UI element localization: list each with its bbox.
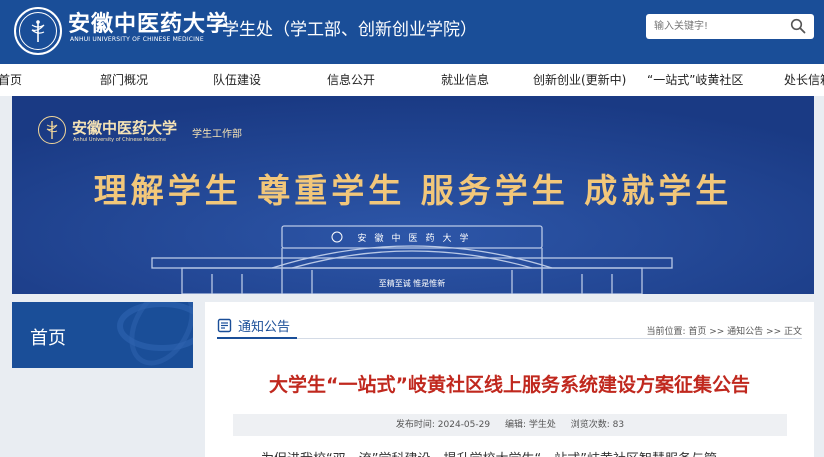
article-meta-bar: 发布时间: 2024-05-29 编辑: 学生处 浏览次数: 83 [233,414,787,436]
banner-university-english-name: Anhui University of Chinese Medicine [73,137,167,143]
banner-slogan: 理解学生 尊重学生 服务学生 成就学生 [93,171,733,210]
nav-item-team-building[interactable]: 队伍建设 [213,64,261,96]
section-label[interactable]: 通知公告 [238,316,290,335]
main-content: 通知公告 当前位置: 首页 >> 通知公告 >> 正文 大学生“一站式”岐黄社区… [205,302,814,457]
university-english-name: ANHUI UNIVERSITY OF CHINESE MEDICINE [70,36,204,43]
nav-item-department-overview[interactable]: 部门概况 [100,64,148,96]
banner-university-name: 安徽中医药大学 [72,119,178,137]
gate-motto: 至精至诚 惟是惟新 [379,278,446,288]
article-title: 大学生“一站式”岐黄社区线上服务系统建设方案征集公告 [269,374,750,396]
hero-banner: 安徽中医药大学 Anhui University of Chinese Medi… [12,96,814,294]
campus-gate-illustration: 安徽中医药大学 至精至诚 惟是惟新 [151,225,673,294]
nav-item-director-mailbox[interactable]: 处长信箱 [784,64,824,96]
department-name: 学生处（学工部、创新创业学院） [222,20,477,40]
university-logo[interactable] [14,7,62,55]
university-name[interactable]: 安徽中医药大学 [68,6,229,38]
editor: 编辑: 学生处 [504,420,556,430]
section-header: 通知公告 [217,316,290,335]
banner-department: 学生工作部 [192,129,242,140]
sidebar-title-panel: 首页 [12,302,193,368]
gate-inscription: 安徽中医药大学 [357,232,476,244]
nav-item-innovation[interactable]: 创新创业(更新中) [533,64,626,96]
nav-item-home[interactable]: 首页 [0,64,22,96]
nav-item-information-disclosure[interactable]: 信息公开 [327,64,375,96]
caduceus-icon [31,20,45,42]
main-navigation: 首页 部门概况 队伍建设 信息公开 就业信息 创新创业(更新中) “一站式”岐黄… [0,64,824,96]
nav-item-one-stop-community[interactable]: “一站式”岐黄社区 [647,64,743,96]
section-divider [217,338,802,339]
section-divider-accent [217,337,297,339]
banner-logo [38,116,66,144]
document-icon [217,318,232,333]
search-input[interactable] [654,18,784,35]
article-body: 为促进我校“双一流”学科建设，提升学校大学生“一站式”岐黄社区智慧服务与管 [261,448,801,457]
sidebar-title: 首页 [30,328,66,349]
breadcrumb[interactable]: 当前位置: 首页 >> 通知公告 >> 正文 [646,324,802,337]
nav-item-employment-info[interactable]: 就业信息 [441,64,489,96]
caduceus-icon [46,121,58,139]
publish-time: 发布时间: 2024-05-29 [395,420,491,430]
view-count: 浏览次数: 83 [570,420,625,430]
site-header: 安徽中医药大学 ANHUI UNIVERSITY OF CHINESE MEDI… [0,0,824,64]
search-box [646,14,814,39]
search-icon[interactable] [790,18,806,34]
